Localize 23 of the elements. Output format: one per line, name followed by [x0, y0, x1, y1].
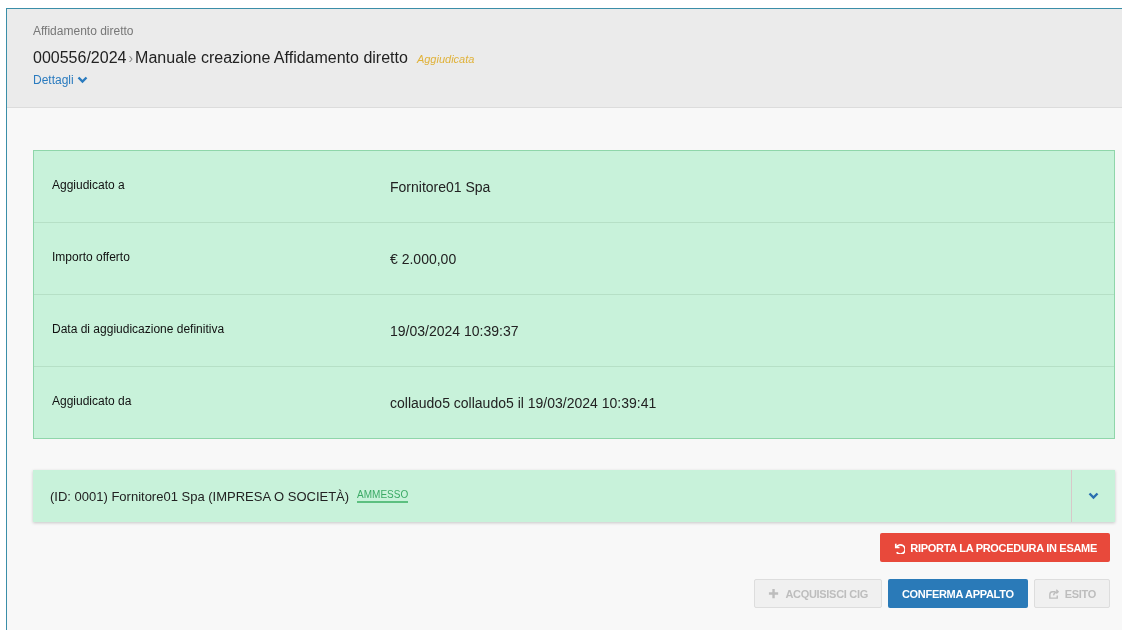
section-label: Affidamento diretto — [33, 24, 135, 38]
field-label: Importo offerto — [51, 249, 131, 264]
field-value: € 2.000,00 — [390, 250, 457, 267]
admission-status: AMMESSO — [357, 489, 409, 503]
field-label: Aggiudicato a — [51, 177, 126, 192]
plus-icon — [768, 587, 781, 600]
breadcrumb-separator: › — [128, 50, 134, 66]
action-button[interactable]: CONFERMA APPALTO — [887, 579, 1028, 608]
field-value: collaudo5 collaudo5 il 19/03/2024 10:39:41 — [390, 394, 657, 411]
procedure-code: 000556/2024 — [33, 49, 127, 67]
status-label: Aggiudicata — [416, 53, 475, 65]
field-label: Data di aggiudicazione definitiva — [51, 321, 226, 336]
field-label: Aggiudicato da — [51, 393, 133, 408]
field-value: Fornitore01 Spa — [390, 178, 491, 195]
chevron-down-icon — [1088, 492, 1099, 500]
share-icon — [1047, 587, 1060, 600]
undo-icon — [893, 541, 906, 554]
field-value: 19/03/2024 10:39:37 — [390, 322, 519, 339]
reset-procedure-button[interactable]: RIPORTA LA PROCEDURA IN ESAME — [880, 533, 1110, 562]
supplier-text: (ID: 0001) Fornitore01 Spa (IMPRESA O SOCIETÀ) — [50, 488, 350, 504]
details-link[interactable]: Dettagli — [33, 73, 88, 87]
chevron-down-icon — [76, 76, 88, 84]
procedure-title: Manuale creazione Affidamento diretto — [135, 49, 408, 67]
